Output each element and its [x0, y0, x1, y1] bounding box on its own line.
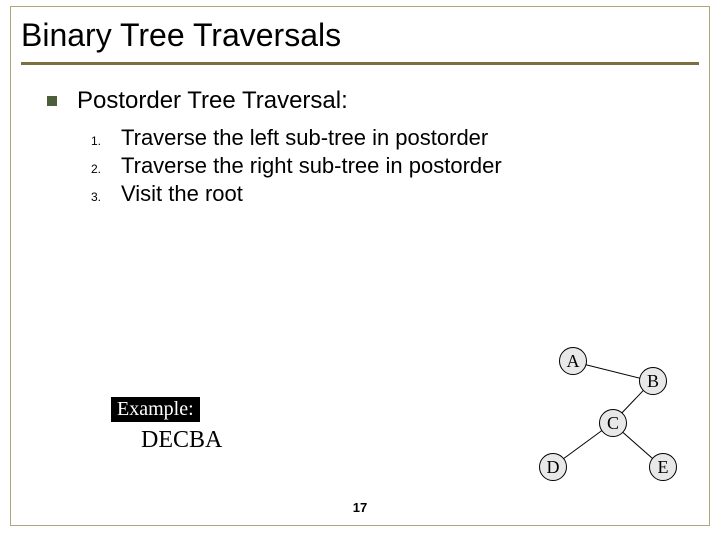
binary-tree-diagram: A BC D E [459, 347, 679, 497]
step-number: 1. [91, 134, 121, 148]
steps-list: 1. Traverse the left sub-tree in postord… [91, 125, 709, 207]
tree-node-e: E [649, 453, 677, 481]
list-item: 1. Traverse the left sub-tree in postord… [91, 125, 709, 151]
title-underline [21, 62, 699, 65]
tree-node-a: A [559, 347, 587, 375]
step-number: 3. [91, 190, 121, 204]
page-number: 17 [353, 500, 367, 515]
slide-frame: Binary Tree Traversals Postorder Tree Tr… [10, 6, 710, 526]
section-bullet: Postorder Tree Traversal: [47, 87, 709, 115]
step-number: 2. [91, 162, 121, 176]
example-label: Example: [111, 397, 200, 422]
list-item: 2. Traverse the right sub-tree in postor… [91, 153, 709, 179]
example-value: DECBA [141, 427, 222, 454]
bullet-icon [47, 96, 57, 106]
slide-title: Binary Tree Traversals [21, 17, 699, 54]
title-row: Binary Tree Traversals [11, 7, 709, 60]
section-heading: Postorder Tree Traversal: [77, 87, 348, 115]
tree-node-c: C [599, 409, 627, 437]
tree-node-d: D [539, 453, 567, 481]
step-text: Visit the root [121, 181, 243, 207]
list-item: 3. Visit the root [91, 181, 709, 207]
step-text: Traverse the right sub-tree in postorder [121, 153, 502, 179]
tree-node-b: B [639, 367, 667, 395]
step-text: Traverse the left sub-tree in postorder [121, 125, 488, 151]
